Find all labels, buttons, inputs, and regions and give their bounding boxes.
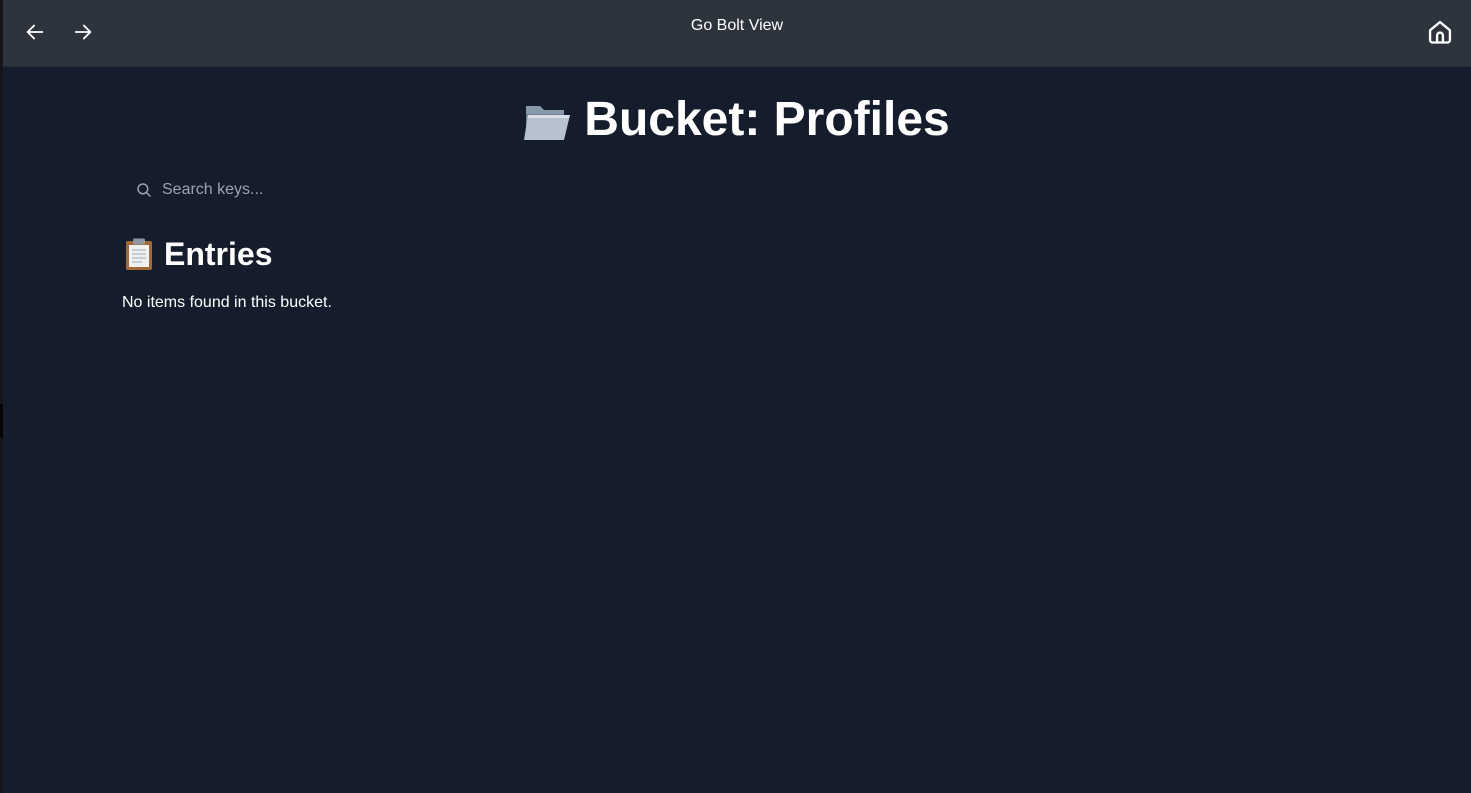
- page-title: Bucket: Profiles: [584, 93, 950, 146]
- home-button[interactable]: [1423, 15, 1457, 49]
- search-icon: [137, 183, 151, 197]
- search-input[interactable]: [162, 181, 582, 199]
- clipboard-icon: [126, 238, 152, 270]
- search-bar[interactable]: [124, 173, 624, 207]
- home-icon: [1428, 20, 1452, 44]
- app-window: Go Bolt View Bucket: Profiles Search key…: [3, 0, 1471, 793]
- empty-message: No items found in this bucket.: [122, 294, 332, 311]
- entries-heading-row: Entries: [123, 234, 272, 274]
- folder-icon: [524, 106, 571, 140]
- entries-heading: Entries: [164, 236, 273, 272]
- app-title: Go Bolt View: [690, 17, 784, 34]
- page-title-row: Bucket: Profiles: [3, 90, 1471, 150]
- top-bar: Go Bolt View: [3, 0, 1471, 67]
